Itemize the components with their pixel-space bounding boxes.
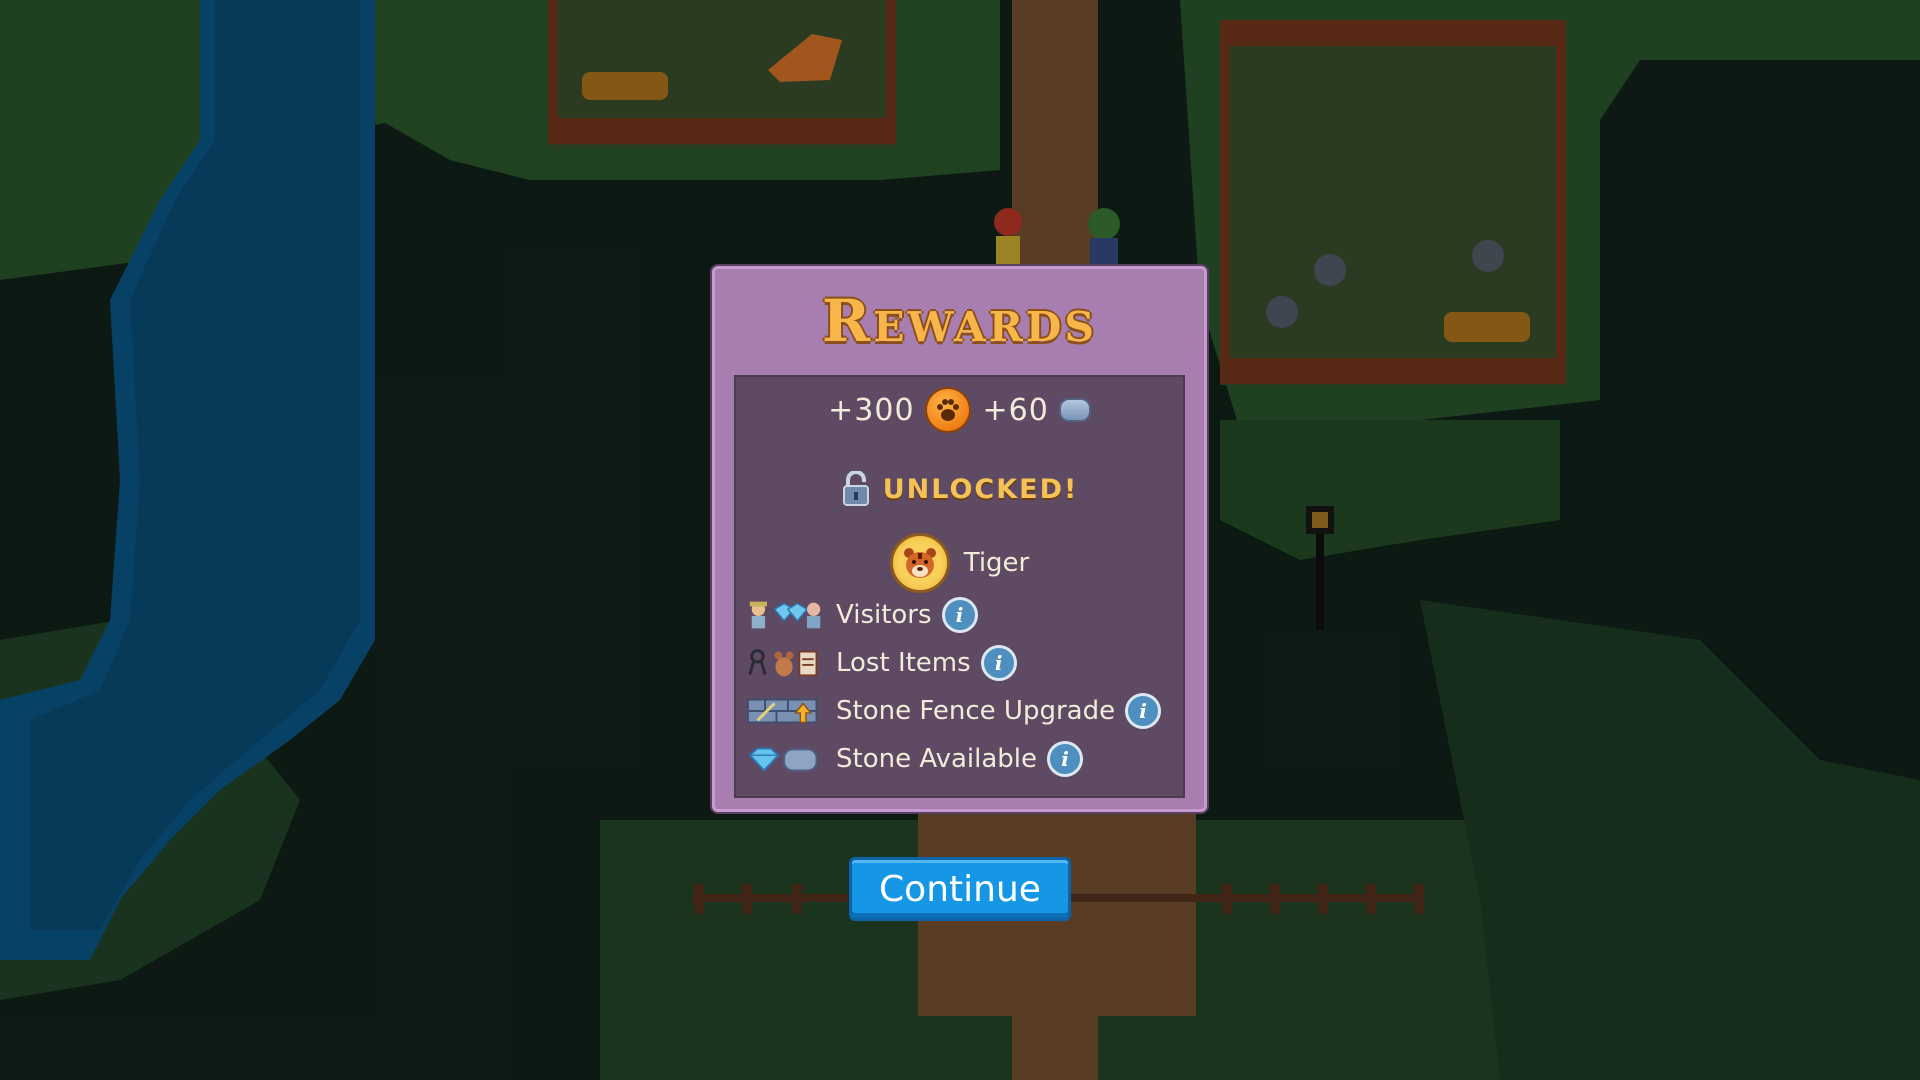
feature-row-visitors: Visitors i <box>746 597 978 633</box>
info-icon-stone-fence[interactable]: i <box>1125 693 1162 729</box>
dialog-title: Rewards <box>822 287 1097 355</box>
feature-row-stone-fence: Stone Fence Upgrade i <box>746 693 1162 729</box>
feature-label-lost-items: Lost Items <box>836 648 971 678</box>
stone-fence-upgrade-icon <box>746 695 826 727</box>
continue-button[interactable]: Continue <box>849 857 1071 921</box>
info-icon-stone-available[interactable]: i <box>1047 741 1084 777</box>
lost-items-icon <box>746 647 826 679</box>
paw-coin-amount: +300 <box>828 392 915 428</box>
unlocked-label: UNLOCKED! <box>882 473 1079 505</box>
paw-coin-icon <box>924 387 971 433</box>
tiger-icon <box>889 533 950 593</box>
info-icon-lost-items[interactable]: i <box>980 645 1017 681</box>
currency-reward-row: +300 +60 <box>736 387 1183 433</box>
open-lock-icon <box>842 471 869 506</box>
feature-label-stone-available: Stone Available <box>836 744 1038 774</box>
stone-icon <box>1058 398 1091 422</box>
feature-row-lost-items: Lost Items i <box>746 645 1017 681</box>
stone-amount: +60 <box>982 392 1049 428</box>
info-icon-visitors[interactable]: i <box>941 597 978 633</box>
visitors-icon <box>746 599 826 631</box>
feature-label-visitors: Visitors <box>836 600 932 630</box>
rewards-list: +300 +60 UNLOCKED! Tiger Visitors i Lost… <box>734 375 1185 798</box>
unlocked-heading-row: UNLOCKED! <box>736 471 1183 507</box>
unlocked-animal-row: Tiger <box>736 533 1183 593</box>
feature-row-stone-available: Stone Available i <box>746 741 1084 777</box>
animal-name: Tiger <box>963 548 1030 578</box>
rewards-dialog: Rewards +300 +60 UNLOCKED! Tiger Visitor… <box>712 266 1207 812</box>
feature-label-stone-fence: Stone Fence Upgrade <box>836 696 1116 726</box>
stone-available-icon <box>746 743 826 775</box>
